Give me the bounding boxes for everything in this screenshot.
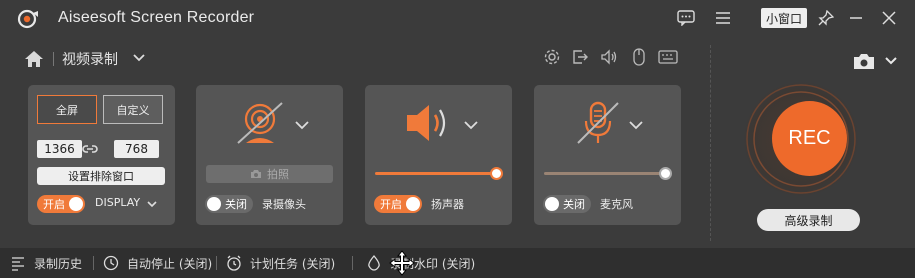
app-window: Aiseesoft Screen Recorder 小窗口 视频录制 全屏 自定… <box>0 0 915 278</box>
auto-stop-link[interactable]: 自动停止 (关闭) <box>103 254 212 272</box>
divider <box>53 52 54 66</box>
water-drop-icon <box>368 255 380 271</box>
schedule-task-label: 计划任务 (关闭) <box>250 256 336 271</box>
move-cursor-icon <box>389 250 415 276</box>
export-icon[interactable] <box>570 47 590 67</box>
custom-region-button[interactable]: 自定义 <box>103 95 163 124</box>
schedule-task-link[interactable]: 计划任务 (关闭) <box>226 254 335 272</box>
app-logo-icon <box>17 9 38 29</box>
divider <box>216 256 217 270</box>
alarm-clock-icon <box>227 255 241 271</box>
toggle-knob <box>545 197 559 211</box>
settings-gear-icon[interactable] <box>542 47 562 67</box>
advanced-recording-button[interactable]: 高级录制 <box>757 209 860 231</box>
link-icon[interactable] <box>82 142 98 156</box>
chevron-down-icon[interactable] <box>463 119 479 131</box>
toggle-knob <box>406 197 420 211</box>
main-panel: 视频录制 全屏 自定义 1366 768 设置排除窗口 开启 DISPLAY 拍… <box>0 37 915 248</box>
exclude-window-button[interactable]: 设置排除窗口 <box>37 167 165 185</box>
speaker-volume-slider[interactable] <box>375 172 496 175</box>
speaker-toggle[interactable]: 开启 <box>374 195 422 213</box>
toggle-label: 关闭 <box>225 198 247 211</box>
screen-card: 全屏 自定义 1366 768 设置排除窗口 开启 DISPLAY <box>28 85 175 225</box>
speaker-toolbar-icon[interactable] <box>599 47 619 67</box>
microphone-toggle[interactable]: 关闭 <box>543 195 591 213</box>
chevron-down-icon[interactable] <box>628 119 644 131</box>
title-bar: Aiseesoft Screen Recorder 小窗口 <box>0 0 915 37</box>
speaker-device-label: 扬声器 <box>431 198 464 211</box>
watermark-link[interactable]: 录制水印 (关闭) <box>366 254 475 272</box>
microphone-device-label: 麦克风 <box>600 198 633 211</box>
app-title: Aiseesoft Screen Recorder <box>58 9 255 26</box>
mouse-icon[interactable] <box>629 47 649 67</box>
screen-toggle[interactable]: 开启 <box>37 195 85 213</box>
microphone-volume-thumb[interactable] <box>659 167 672 180</box>
mini-window-button[interactable]: 小窗口 <box>761 8 807 28</box>
webcam-card: 拍照 关闭 录摄像头 <box>196 85 343 225</box>
take-photo-label: 拍照 <box>267 168 289 181</box>
webcam-toggle[interactable]: 关闭 <box>205 195 253 213</box>
toggle-knob <box>207 197 221 211</box>
divider <box>93 256 94 270</box>
chevron-down-icon[interactable] <box>294 119 310 131</box>
feedback-icon[interactable] <box>675 8 697 28</box>
chevron-down-icon[interactable] <box>132 52 146 64</box>
toggle-label: 关闭 <box>563 198 585 211</box>
webcam-icon[interactable] <box>234 99 286 147</box>
close-icon[interactable] <box>878 8 900 28</box>
divider <box>352 256 353 270</box>
fullscreen-button[interactable]: 全屏 <box>37 95 97 124</box>
microphone-card: 关闭 麦克风 <box>534 85 681 225</box>
speaker-card: 开启 扬声器 <box>365 85 512 225</box>
minimize-icon[interactable] <box>845 8 867 28</box>
menu-icon[interactable] <box>712 8 734 28</box>
pin-icon[interactable] <box>815 8 837 28</box>
speaker-volume-thumb[interactable] <box>490 167 503 180</box>
keyboard-icon[interactable] <box>658 47 678 67</box>
recording-history-link[interactable]: 录制历史 <box>10 254 82 272</box>
clock-icon <box>103 255 119 271</box>
section-divider <box>710 45 711 241</box>
chevron-down-icon[interactable] <box>146 199 158 209</box>
toggle-knob <box>69 197 83 211</box>
toggle-label: 开启 <box>43 198 65 211</box>
width-input[interactable]: 1366 <box>37 140 82 158</box>
camera-menu-icon[interactable] <box>852 51 902 71</box>
take-photo-button[interactable]: 拍照 <box>206 165 333 183</box>
recording-mode-label[interactable]: 视频录制 <box>62 49 118 69</box>
record-button[interactable]: REC <box>772 101 847 176</box>
height-input[interactable]: 768 <box>114 140 159 158</box>
bottom-bar: 录制历史 自动停止 (关闭) 计划任务 (关闭) 录制水印 (关闭) <box>0 248 915 278</box>
webcam-device-label: 录摄像头 <box>262 198 306 211</box>
recording-history-label: 录制历史 <box>34 256 83 271</box>
speaker-icon[interactable] <box>403 99 455 147</box>
auto-stop-label: 自动停止 (关闭) <box>127 256 213 271</box>
list-icon <box>12 257 24 271</box>
camera-icon <box>251 170 261 178</box>
home-icon[interactable] <box>24 50 44 68</box>
microphone-volume-slider[interactable] <box>544 172 665 175</box>
microphone-icon[interactable] <box>572 99 624 147</box>
toggle-label: 开启 <box>380 198 402 211</box>
display-label[interactable]: DISPLAY <box>95 196 140 209</box>
